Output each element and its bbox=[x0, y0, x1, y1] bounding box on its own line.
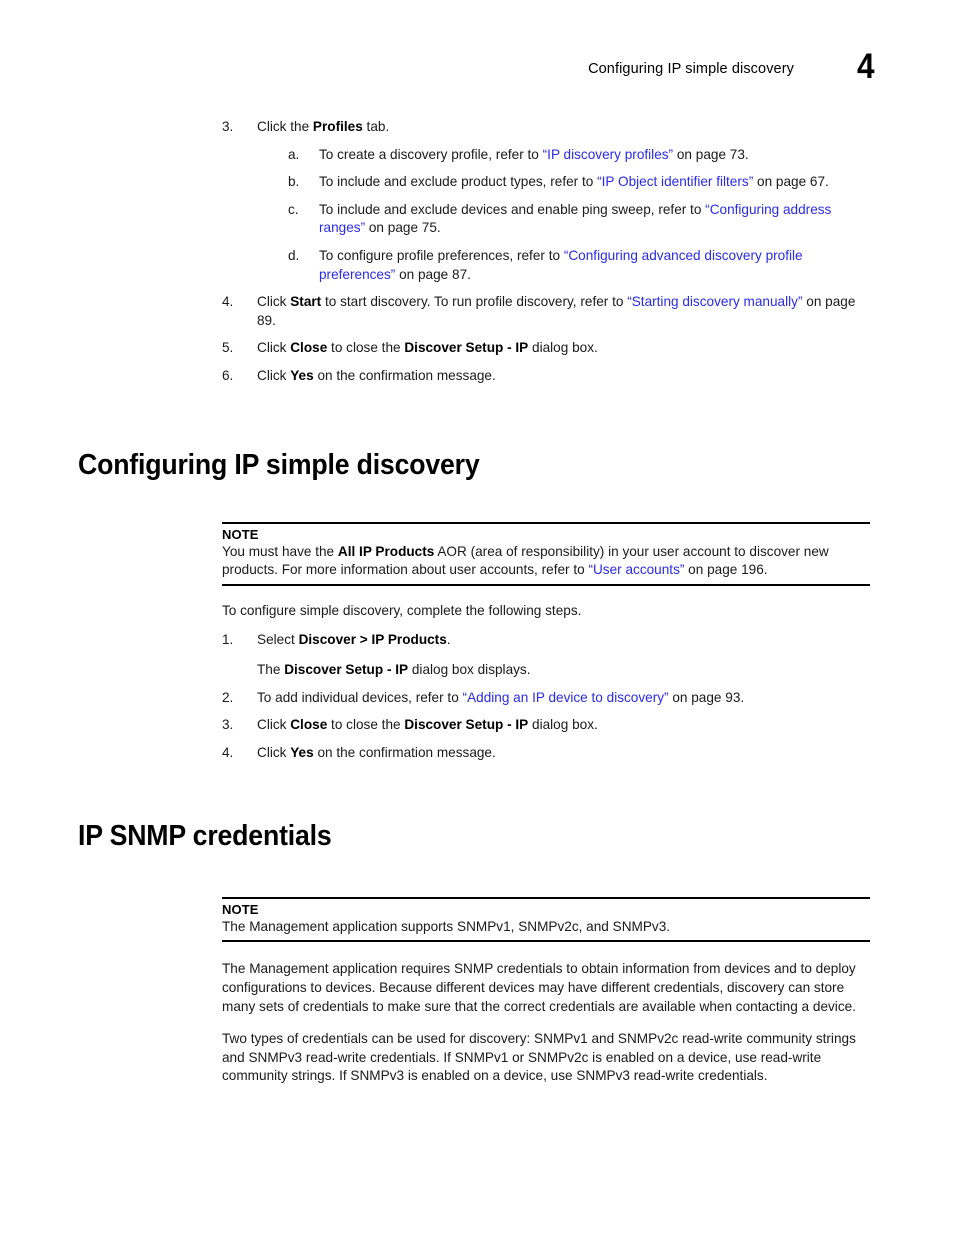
header-chapter-title: Configuring IP simple discovery bbox=[588, 61, 794, 77]
sub-list-item: a. To create a discovery profile, refer … bbox=[288, 146, 867, 165]
sub-list-marker: a. bbox=[288, 146, 300, 162]
list-marker: 6. bbox=[222, 367, 234, 383]
section-intro-paragraph: To configure simple discovery, complete … bbox=[222, 603, 582, 618]
note-box: NOTE The Management application supports… bbox=[222, 896, 870, 943]
list-item-text: Click Close to close the Discover Setup … bbox=[257, 340, 598, 356]
sub-list-item: b. To include and exclude product types,… bbox=[288, 173, 867, 192]
page-number: 4 bbox=[856, 47, 875, 86]
body-paragraph: The Management application requires SNMP… bbox=[222, 961, 856, 1014]
list-item: 6. Click Yes on the confirmation message… bbox=[222, 367, 867, 386]
sub-list-item: c. To include and exclude devices and en… bbox=[288, 201, 867, 238]
simple-discovery-procedure-list: 1. Select Discover > IP Products. The Di… bbox=[0, 631, 954, 763]
page-header: Configuring IP simple discovery 4 bbox=[0, 49, 954, 102]
list-item-text: Click Start to start discovery. To run p… bbox=[257, 294, 856, 328]
list-item: 1. Select Discover > IP Products. bbox=[222, 631, 867, 650]
list-item: 5. Click Close to close the Discover Set… bbox=[222, 339, 867, 358]
list-item-continuation: The Discover Setup - IP dialog box displ… bbox=[257, 662, 531, 678]
section-heading-configuring-ip-simple-discovery: Configuring IP simple discovery bbox=[78, 448, 480, 481]
sub-list-item-text: To configure profile preferences, refer … bbox=[319, 247, 803, 282]
list-item: 2. To add individual devices, refer to “… bbox=[222, 689, 867, 708]
top-procedure-sublist: a. To create a discovery profile, refer … bbox=[257, 146, 867, 285]
list-item: 3. Click Close to close the Discover Set… bbox=[222, 716, 867, 735]
list-item: 3. Click the Profiles tab. a. To create … bbox=[222, 118, 867, 284]
sub-list-item-text: To include and exclude devices and enabl… bbox=[319, 201, 832, 236]
list-marker: 1. bbox=[222, 631, 234, 647]
list-item-text: Click the Profiles tab. bbox=[257, 119, 390, 134]
sub-list-item-text: To create a discovery profile, refer to … bbox=[319, 146, 749, 162]
top-procedure-list: 3. Click the Profiles tab. a. To create … bbox=[0, 118, 954, 386]
note-body: The Management application supports SNMP… bbox=[222, 918, 671, 934]
list-marker: 3. bbox=[222, 717, 234, 733]
note-box: NOTE You must have the All IP Products A… bbox=[222, 521, 870, 586]
sub-list-marker: d. bbox=[288, 247, 300, 263]
sub-list-item-text: To include and exclude product types, re… bbox=[319, 174, 829, 190]
note-body: You must have the All IP Products AOR (a… bbox=[222, 543, 829, 578]
sub-list-marker: c. bbox=[288, 201, 299, 217]
list-marker: 4. bbox=[222, 744, 234, 760]
list-item-text: Click Yes on the confirmation message. bbox=[257, 367, 496, 383]
list-item: 4. Click Start to start discovery. To ru… bbox=[222, 293, 867, 330]
list-marker: 3. bbox=[222, 119, 234, 134]
list-item: 4. Click Yes on the confirmation message… bbox=[222, 744, 867, 763]
list-item-text: Click Close to close the Discover Setup … bbox=[257, 717, 598, 733]
list-item-text: To add individual devices, refer to “Add… bbox=[257, 689, 745, 705]
list-marker: 4. bbox=[222, 294, 234, 310]
note-label: NOTE bbox=[222, 901, 259, 917]
sub-list-item: d. To configure profile preferences, ref… bbox=[288, 247, 867, 284]
list-item-text: Click Yes on the confirmation message. bbox=[257, 744, 496, 760]
list-marker: 2. bbox=[222, 689, 234, 705]
page-content: 3. Click the Profiles tab. a. To create … bbox=[0, 118, 954, 1086]
list-marker: 5. bbox=[222, 340, 234, 356]
document-page: Configuring IP simple discovery 4 3. Cli… bbox=[0, 0, 954, 1235]
list-item-text: Select Discover > IP Products. bbox=[257, 631, 451, 647]
sub-list-marker: b. bbox=[288, 174, 300, 190]
note-label: NOTE bbox=[222, 526, 259, 542]
section-heading-ip-snmp-credentials: IP SNMP credentials bbox=[78, 819, 332, 852]
body-paragraph: Two types of credentials can be used for… bbox=[222, 1031, 856, 1084]
